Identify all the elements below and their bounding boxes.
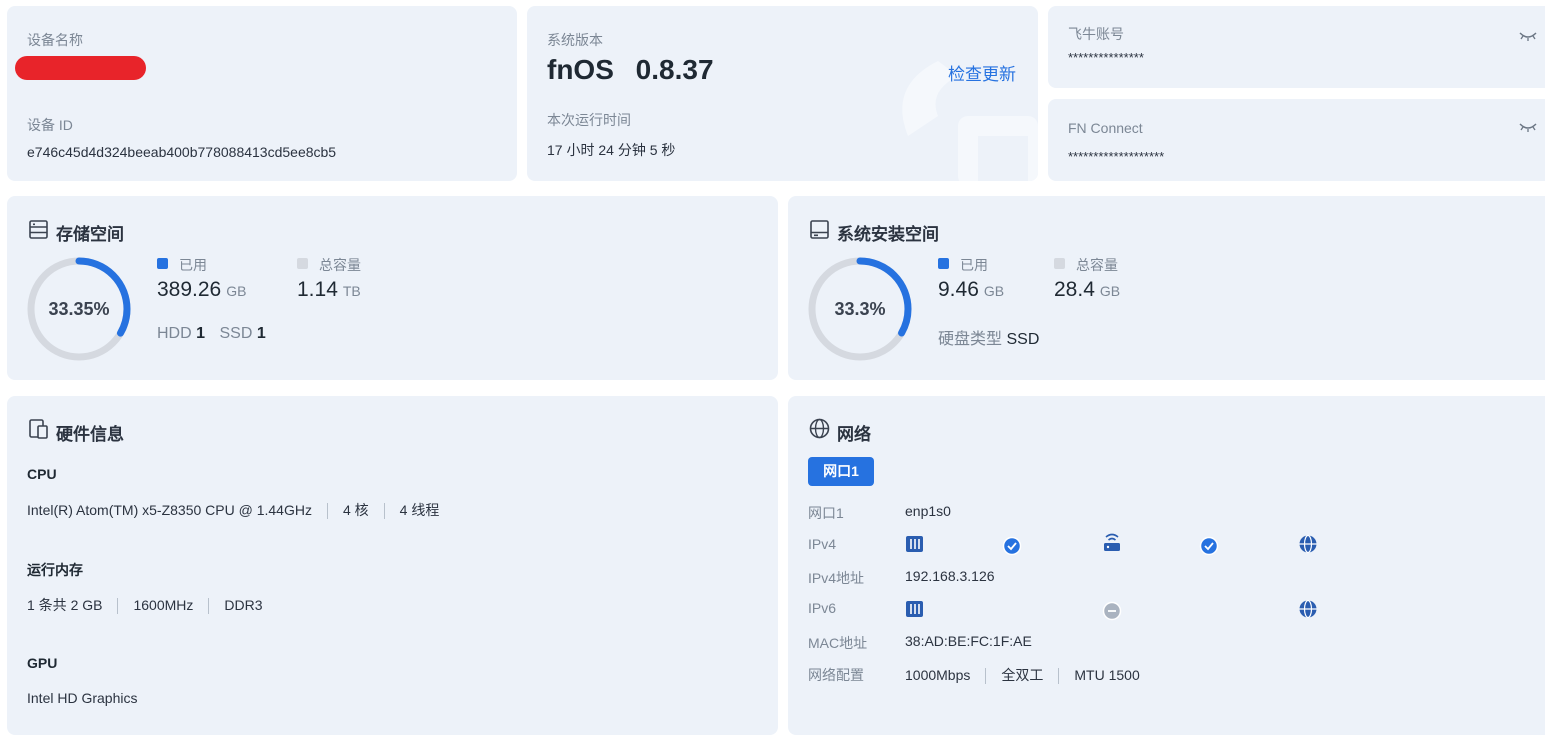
internet-globe-icon <box>1299 534 1317 554</box>
ipv4-label: IPv4 <box>808 536 837 552</box>
storage-used-value: 389.26 GB <box>157 278 247 301</box>
system-space-title: 系统安装空间 <box>837 225 939 244</box>
mac-label: MAC地址 <box>808 635 868 651</box>
network-card: 网络 网口1 网口1 enp1s0 IPv4 IPv4地址 192.168.3.… <box>788 396 1545 735</box>
system-version-label: 系统版本 <box>547 32 603 48</box>
total-legend-swatch <box>297 258 308 269</box>
memory-info: 1 条共 2 GB 1600MHz DDR3 <box>27 597 263 615</box>
gpu-label: GPU <box>27 655 58 671</box>
globe-icon <box>809 418 830 439</box>
ipv6-label: IPv6 <box>808 600 837 616</box>
device-name-redaction <box>15 56 146 80</box>
nas-device-icon <box>906 601 923 617</box>
devices-icon <box>29 419 48 439</box>
system-version-value: fnOS 0.8.37 <box>547 54 714 86</box>
check-circle-icon <box>1199 536 1219 556</box>
disk-type: 硬盘类型 SSD <box>938 331 1040 348</box>
storage-total-label: 总容量 <box>319 257 361 273</box>
device-id-label: 设备 ID <box>27 117 73 133</box>
disconnected-minus-icon <box>1102 601 1122 621</box>
nas-device-icon <box>906 536 923 552</box>
storage-usage-ring: 33.35% <box>27 257 131 361</box>
device-name-label: 设备名称 <box>27 32 83 48</box>
eye-closed-icon[interactable] <box>1518 30 1538 42</box>
system-space-used-label: 已用 <box>960 257 988 273</box>
network-config-label: 网络配置 <box>808 667 864 683</box>
hard-drive-icon <box>810 220 829 239</box>
network-config-value: 1000Mbps 全双工 MTU 1500 <box>905 667 1140 685</box>
storage-used-label: 已用 <box>179 257 207 273</box>
internet-globe-icon <box>1299 599 1317 619</box>
system-space-card: 系统安装空间 33.3% 已用 9.46 GB 总容量 28.4 GB 硬盘类型 S… <box>788 196 1545 380</box>
hardware-card: 硬件信息 CPU Intel(R) Atom(TM) x5-Z8350 CPU … <box>7 396 778 735</box>
os-version: 0.8.37 <box>635 54 714 85</box>
memory-label: 运行内存 <box>27 562 83 578</box>
check-update-link[interactable]: 检查更新 <box>948 60 1016 85</box>
account-card: 飞牛账号 *************** <box>1048 6 1545 88</box>
account-value: *************** <box>1068 50 1144 65</box>
gpu-info: Intel HD Graphics <box>27 690 138 706</box>
storage-disk-counts: HDD 1 SSD 1 <box>157 325 266 342</box>
system-version-card: 系统版本 fnOS 0.8.37 检查更新 本次运行时间 17 小时 24 分钟… <box>527 6 1038 181</box>
hardware-title: 硬件信息 <box>56 425 124 444</box>
system-space-usage-ring: 33.3% <box>808 257 912 361</box>
fn-connect-value: ******************* <box>1068 149 1165 164</box>
storage-percent-text: 33.35% <box>48 299 109 319</box>
system-space-used-value: 9.46 GB <box>938 278 1005 301</box>
os-name: fnOS <box>547 54 614 85</box>
ipv4-connection-path <box>906 533 1317 556</box>
used-legend-swatch <box>938 258 949 269</box>
total-legend-swatch <box>1054 258 1065 269</box>
system-space-percent-text: 33.3% <box>834 299 885 319</box>
check-circle-icon <box>1002 536 1022 556</box>
storage-total-value: 1.14 TB <box>297 278 361 301</box>
eye-closed-icon[interactable] <box>1518 121 1538 133</box>
uptime-value: 17 小时 24 分钟 5 秒 <box>547 142 676 158</box>
router-icon <box>1104 533 1120 551</box>
storage-card: 存储空间 33.35% 已用 389.26 GB 总容量 1.14 TB HDD 1… <box>7 196 778 380</box>
ipv6-connection-path <box>906 599 1317 621</box>
tab-port1[interactable]: 网口1 <box>808 457 874 486</box>
storage-icon <box>29 220 48 239</box>
network-title: 网络 <box>837 425 871 444</box>
port-value: enp1s0 <box>905 503 951 519</box>
storage-title: 存储空间 <box>56 225 124 244</box>
cpu-label: CPU <box>27 466 57 482</box>
used-legend-swatch <box>157 258 168 269</box>
fn-connect-card: FN Connect ******************* <box>1048 99 1545 181</box>
ipv4-address-value: 192.168.3.126 <box>905 568 995 584</box>
mac-value: 38:AD:BE:FC:1F:AE <box>905 633 1032 649</box>
port-label: 网口1 <box>808 505 844 521</box>
device-info-card: 设备名称 设备 ID e746c45d4d324beeab400b7780884… <box>7 6 517 181</box>
ipv4-address-label: IPv4地址 <box>808 570 865 586</box>
system-space-total-value: 28.4 GB <box>1054 278 1121 301</box>
account-label: 飞牛账号 <box>1068 26 1124 42</box>
device-id-value: e746c45d4d324beeab400b778088413cd5ee8cb5 <box>27 144 337 160</box>
system-space-total-label: 总容量 <box>1076 257 1118 273</box>
cpu-info: Intel(R) Atom(TM) x5-Z8350 CPU @ 1.44GHz… <box>27 502 440 520</box>
uptime-label: 本次运行时间 <box>547 112 631 128</box>
fn-connect-label: FN Connect <box>1068 120 1143 136</box>
